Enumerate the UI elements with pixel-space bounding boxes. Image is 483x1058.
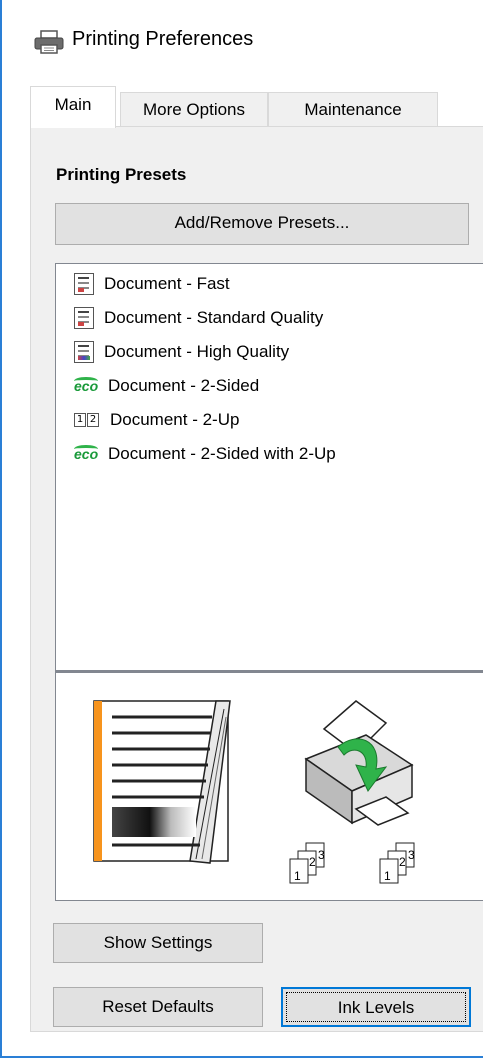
preset-label: Document - Fast (104, 274, 230, 293)
collate-digit: 3 (408, 848, 415, 862)
main-tab-panel: Printing Presets Add/Remove Presets... D… (30, 126, 483, 1032)
list-item[interactable]: eco Document - 2-Sided with 2-Up (74, 440, 336, 468)
two-up-digit: 1 (74, 413, 86, 427)
preset-label: Document - High Quality (104, 342, 290, 361)
collated-copies-icon: 1 2 3 1 2 3 (289, 842, 415, 884)
document-color-icon (74, 341, 94, 363)
collate-digit: 1 (384, 869, 391, 883)
add-remove-presets-button[interactable]: Add/Remove Presets... (55, 203, 469, 245)
list-item[interactable]: eco Document - 2-Sided (74, 372, 259, 400)
printing-preferences-window: Printing Preferences Main More Options M… (0, 0, 483, 1058)
preset-label: Document - 2-Sided with 2-Up (108, 444, 336, 463)
collate-digit: 3 (318, 848, 325, 862)
document-icon (74, 273, 94, 295)
reset-defaults-button[interactable]: Reset Defaults (53, 987, 263, 1027)
printer-paper-feed-icon (304, 700, 414, 826)
preview-graphics: 1 2 3 1 2 3 (93, 700, 415, 884)
preset-label: Document - 2-Up (110, 410, 240, 429)
settings-preview: 1 2 3 1 2 3 (55, 671, 483, 901)
tab-more-options[interactable]: More Options (120, 92, 268, 127)
two-up-icon: 12 (74, 409, 100, 431)
ink-levels-button[interactable]: Ink Levels (281, 987, 471, 1027)
document-preview-icon (93, 700, 231, 864)
collate-digit: 2 (309, 855, 316, 869)
list-item[interactable]: Document - High Quality (74, 338, 289, 366)
eco-icon: eco (74, 443, 98, 465)
list-item[interactable]: 12 Document - 2-Up (74, 406, 239, 434)
tab-maintenance[interactable]: Maintenance (268, 92, 438, 127)
preset-label: Document - 2-Sided (108, 376, 260, 395)
document-icon (74, 307, 94, 329)
collate-digit: 2 (399, 855, 406, 869)
focus-rect (286, 992, 466, 1022)
show-settings-button[interactable]: Show Settings (53, 923, 263, 963)
window-title: Printing Preferences (72, 28, 254, 50)
collate-digit: 1 (294, 869, 301, 883)
printing-presets-heading: Printing Presets (56, 165, 187, 184)
preset-label: Document - Standard Quality (104, 308, 324, 327)
printer-icon (34, 30, 64, 54)
title-bar: Printing Preferences (2, 0, 483, 78)
list-item[interactable]: Document - Standard Quality (74, 304, 323, 332)
eco-text: eco (74, 378, 99, 394)
two-up-digit: 2 (87, 413, 99, 427)
tab-strip: Main More Options Maintenance (30, 86, 483, 128)
tab-main[interactable]: Main (30, 86, 116, 128)
eco-icon: eco (74, 375, 98, 397)
list-item[interactable]: Document - Fast (74, 270, 230, 298)
presets-list[interactable]: Document - Fast Document - Standard Qual… (55, 263, 483, 671)
eco-text: eco (74, 446, 99, 462)
